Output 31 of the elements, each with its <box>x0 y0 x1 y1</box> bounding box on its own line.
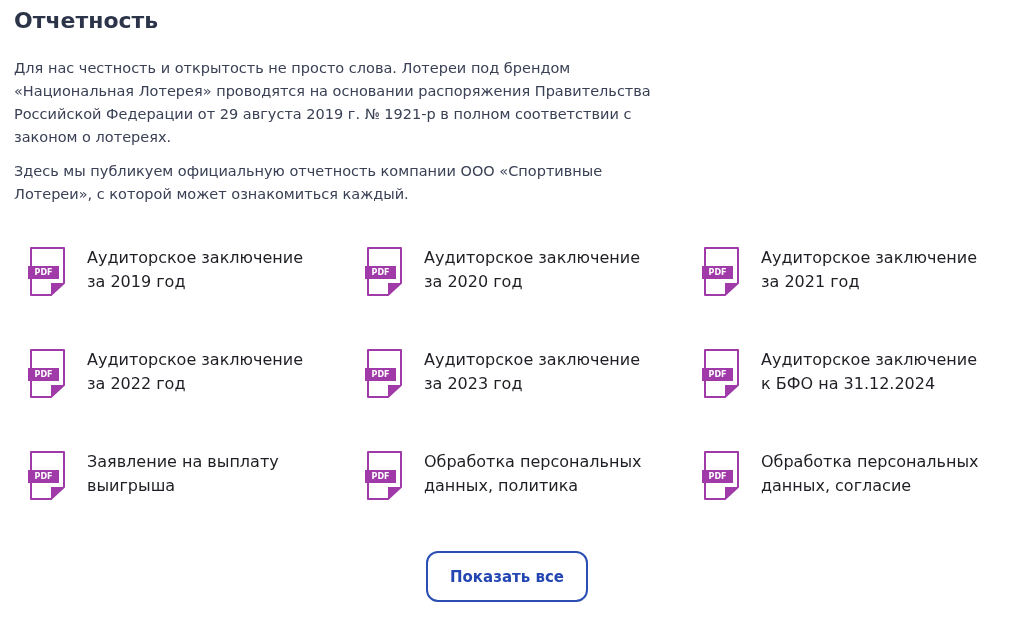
file-type-label: PDF <box>365 266 396 279</box>
document-link[interactable]: Аудиторское заключение за 2020 год <box>424 245 640 294</box>
file-type-label: PDF <box>702 470 733 483</box>
page-title: Отчетность <box>14 7 159 35</box>
file-type-label: PDF <box>28 266 59 279</box>
file-icon <box>704 451 739 500</box>
document-link[interactable]: Аудиторское заключение за 2022 год <box>87 347 303 396</box>
file-icon <box>367 349 402 398</box>
document-link[interactable]: Аудиторское заключение к БФО на 31.12.2024 <box>761 347 977 396</box>
document-link[interactable]: Аудиторское заключение за 2021 год <box>761 245 977 294</box>
show-all-button[interactable]: Показать все <box>426 551 588 602</box>
file-icon <box>30 247 65 296</box>
document-link[interactable]: Аудиторское заключение за 2019 год <box>87 245 303 294</box>
document-link[interactable]: Аудиторское заключение за 2023 год <box>424 347 640 396</box>
file-type-label: PDF <box>28 470 59 483</box>
document-link[interactable]: Заявление на выплату выигрыша <box>87 449 279 498</box>
document-link[interactable]: Обработка персональных данных, политика <box>424 449 642 498</box>
file-icon <box>367 451 402 500</box>
file-type-label: PDF <box>365 470 396 483</box>
file-icon <box>30 349 65 398</box>
file-icon <box>30 451 65 500</box>
intro-paragraph: Для нас честность и открытость не просто слова. Лотереи под брендом «Национальная Лотерея» проводятся на основании распоряжения Правительства Российской Федерации от 29 августа 2019 г. № 1921-р в полном соответствии с законом о лотереях. <box>14 59 651 147</box>
file-type-label: PDF <box>28 368 59 381</box>
file-icon <box>704 349 739 398</box>
file-type-label: PDF <box>702 266 733 279</box>
intro-paragraph: Здесь мы публикуем официальную отчетность компании ООО «Спортивные Лотереи», с которой может ознакомиться каждый. <box>14 162 603 204</box>
document-link[interactable]: Обработка персональных данных, согласие <box>761 449 979 498</box>
file-type-label: PDF <box>702 368 733 381</box>
file-icon <box>367 247 402 296</box>
file-type-label: PDF <box>365 368 396 381</box>
file-icon <box>704 247 739 296</box>
